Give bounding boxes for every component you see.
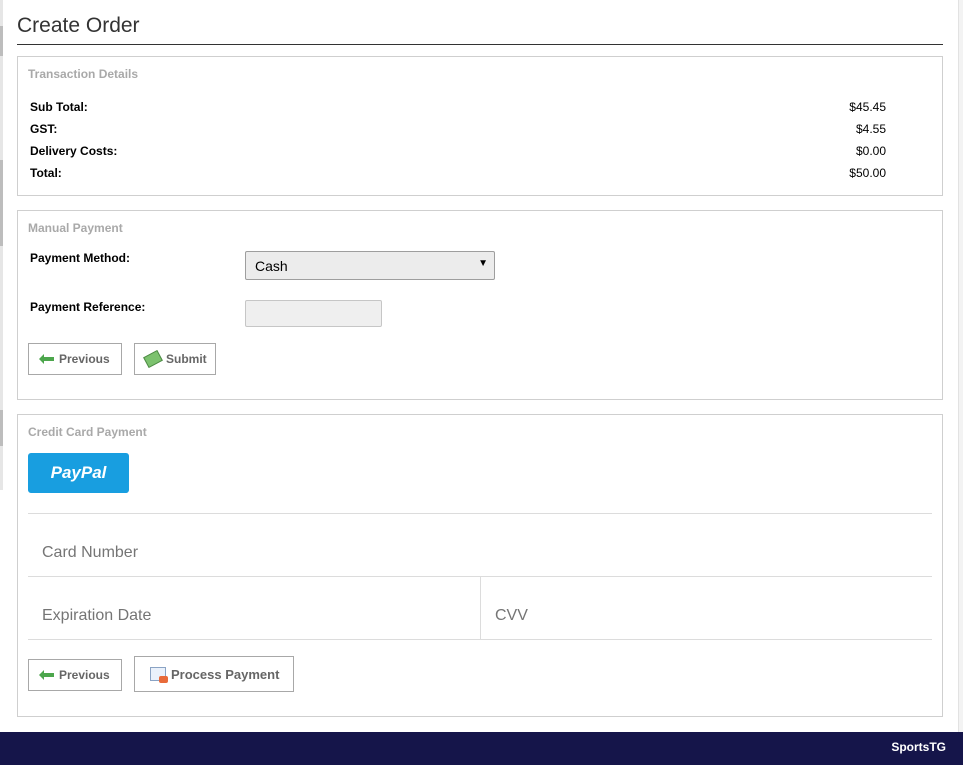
money-icon xyxy=(143,349,163,369)
arrow-left-icon xyxy=(39,354,54,364)
button-label: Process Payment xyxy=(171,666,280,682)
credit-card-icon xyxy=(150,667,168,683)
footer-bar: SportsTG xyxy=(0,732,963,765)
footer-brand: SportsTG xyxy=(891,740,946,754)
divider xyxy=(28,513,932,514)
submit-button[interactable]: Submit xyxy=(134,343,216,375)
payment-method-value: Cash xyxy=(255,258,288,274)
sub-total-row: Sub Total: $45.45 xyxy=(30,100,886,116)
panel-legend: Manual Payment xyxy=(28,221,123,235)
button-label: Previous xyxy=(59,668,110,682)
frame-divider xyxy=(0,160,3,246)
divider xyxy=(28,639,932,640)
payment-method-label: Payment Method: xyxy=(30,251,131,265)
payment-method-select[interactable]: Cash ▼ xyxy=(245,251,495,280)
total-row: Total: $50.00 xyxy=(30,166,886,182)
title-divider xyxy=(17,44,943,45)
cvv-field[interactable]: CVV xyxy=(495,607,528,625)
transaction-details-panel: Transaction Details Sub Total: $45.45 GS… xyxy=(17,56,943,196)
row-value: $50.00 xyxy=(849,166,886,180)
button-label: Previous xyxy=(59,352,110,366)
page-title: Create Order xyxy=(17,14,140,37)
row-value: $0.00 xyxy=(855,144,886,158)
card-number-field[interactable]: Card Number xyxy=(42,544,138,562)
payment-reference-label: Payment Reference: xyxy=(30,300,146,314)
row-value: $45.45 xyxy=(849,100,886,114)
previous-button[interactable]: Previous xyxy=(28,659,122,691)
left-frame-edge xyxy=(0,0,3,490)
paypal-button[interactable]: PayPal xyxy=(28,453,129,493)
row-label: Delivery Costs: xyxy=(30,144,118,158)
panel-legend: Credit Card Payment xyxy=(28,425,147,439)
row-label: Sub Total: xyxy=(30,100,88,114)
row-value: $4.55 xyxy=(855,122,886,136)
payment-reference-input[interactable] xyxy=(245,300,382,327)
button-label: Submit xyxy=(166,352,207,366)
scrollbar[interactable] xyxy=(958,0,963,732)
previous-button[interactable]: Previous xyxy=(28,343,122,375)
arrow-left-icon xyxy=(39,670,54,680)
delivery-costs-row: Delivery Costs: $0.00 xyxy=(30,144,886,160)
gst-row: GST: $4.55 xyxy=(30,122,886,138)
credit-card-payment-panel: Credit Card Payment PayPal Card Number E… xyxy=(17,414,943,717)
field-separator xyxy=(480,577,481,640)
expiration-date-field[interactable]: Expiration Date xyxy=(42,607,151,625)
row-label: GST: xyxy=(30,122,58,136)
dropdown-arrow-icon: ▼ xyxy=(478,258,488,269)
panel-legend: Transaction Details xyxy=(28,67,139,81)
frame-divider xyxy=(0,410,3,446)
manual-payment-panel: Manual Payment Payment Method: Cash ▼ Pa… xyxy=(17,210,943,400)
row-label: Total: xyxy=(30,166,62,180)
process-payment-button[interactable]: Process Payment xyxy=(134,656,294,692)
frame-divider xyxy=(0,26,3,56)
